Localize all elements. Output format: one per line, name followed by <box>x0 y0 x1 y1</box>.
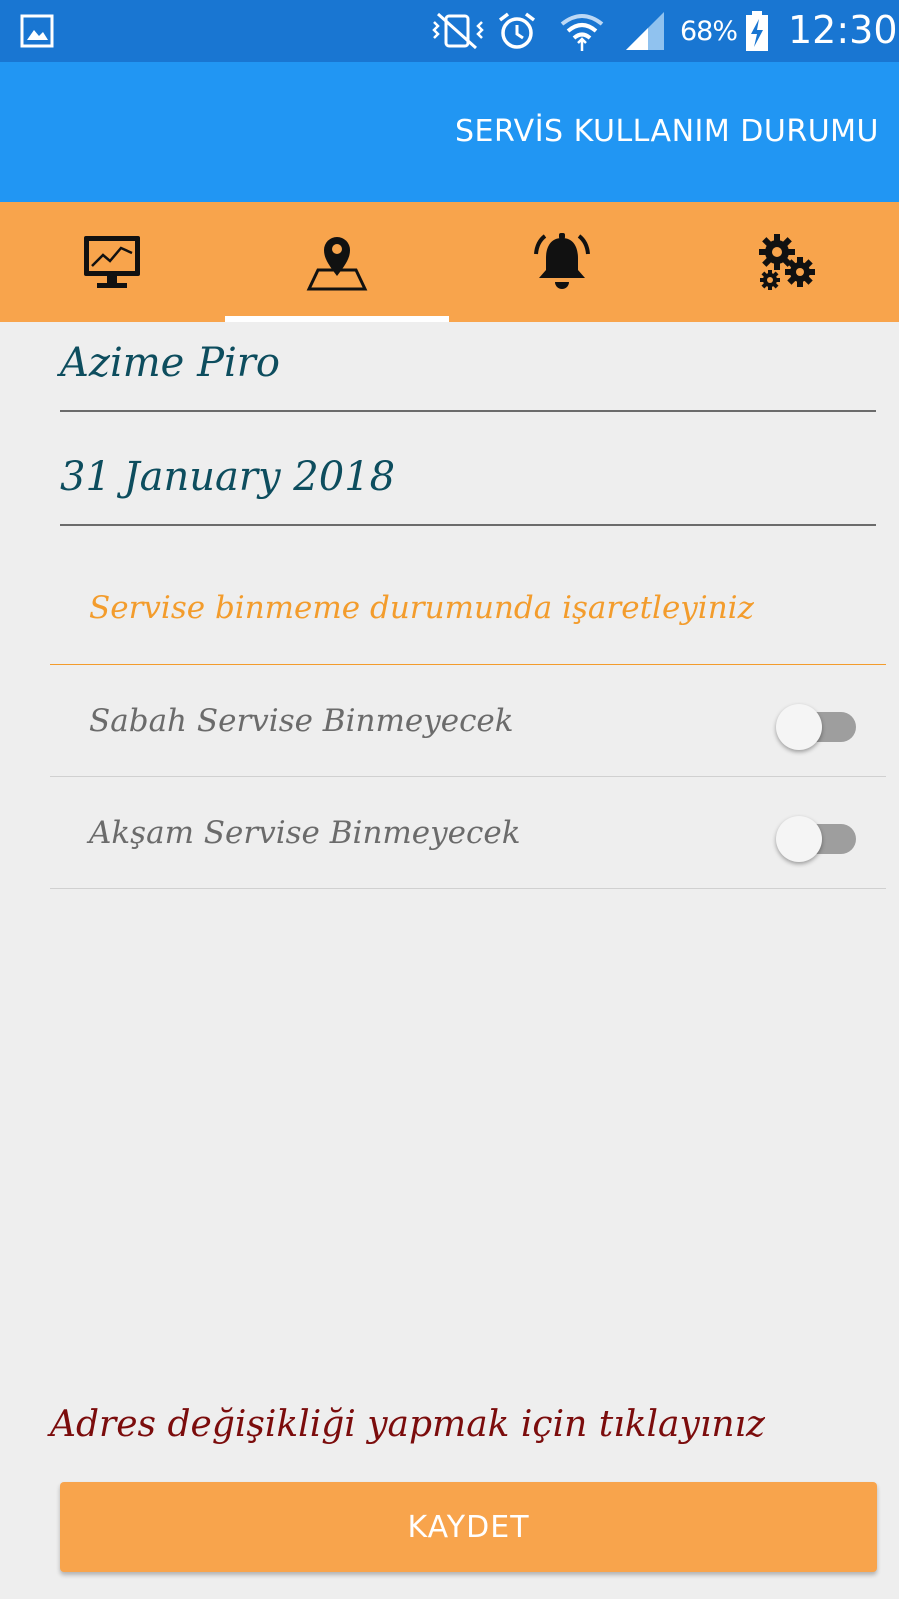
signal-icon <box>626 12 664 50</box>
switch-thumb <box>776 816 822 862</box>
monitor-chart-icon <box>84 236 140 288</box>
battery-percent: 68% <box>680 16 738 47</box>
evening-switch[interactable] <box>776 808 862 864</box>
wifi-icon <box>560 14 604 51</box>
switch-thumb <box>776 704 822 750</box>
map-pin-icon <box>306 237 368 291</box>
section-title: Servise binmeme durumunda işaretleyiniz <box>89 590 754 626</box>
address-change-link[interactable]: Adres değişikliği yapmak için tıklayınız <box>50 1404 765 1445</box>
tab-location[interactable] <box>225 202 449 322</box>
divider <box>50 664 886 665</box>
status-bar: 68% 12:30 <box>0 0 899 62</box>
clock: 12:30 <box>788 8 898 52</box>
alarm-icon <box>498 12 536 49</box>
app-bar: SERVİS KULLANIM DURUMU <box>0 62 899 202</box>
tab-bar <box>0 202 899 322</box>
page-title: SERVİS KULLANIM DURUMU <box>454 114 879 149</box>
battery-charging-icon <box>746 11 768 51</box>
morning-option-label: Sabah Servise Binmeyecek <box>89 703 514 739</box>
bell-icon <box>534 233 590 289</box>
date-field[interactable]: 31 January 2018 <box>60 446 876 526</box>
gears-icon <box>759 234 815 290</box>
date-value: 31 January 2018 <box>60 454 396 500</box>
tab-notifications[interactable] <box>450 202 674 322</box>
tab-indicator <box>225 316 449 322</box>
tab-dashboard[interactable] <box>0 202 224 322</box>
morning-switch[interactable] <box>776 696 862 752</box>
save-button[interactable]: KAYDET <box>60 1482 877 1572</box>
tab-settings[interactable] <box>675 202 899 322</box>
name-value: Azime Piro <box>60 340 280 386</box>
evening-option-label: Akşam Servise Binmeyecek <box>89 815 521 851</box>
divider <box>50 888 886 889</box>
vibrate-icon <box>432 12 484 50</box>
gallery-icon <box>20 14 54 48</box>
name-field[interactable]: Azime Piro <box>60 332 876 412</box>
divider <box>50 776 886 777</box>
